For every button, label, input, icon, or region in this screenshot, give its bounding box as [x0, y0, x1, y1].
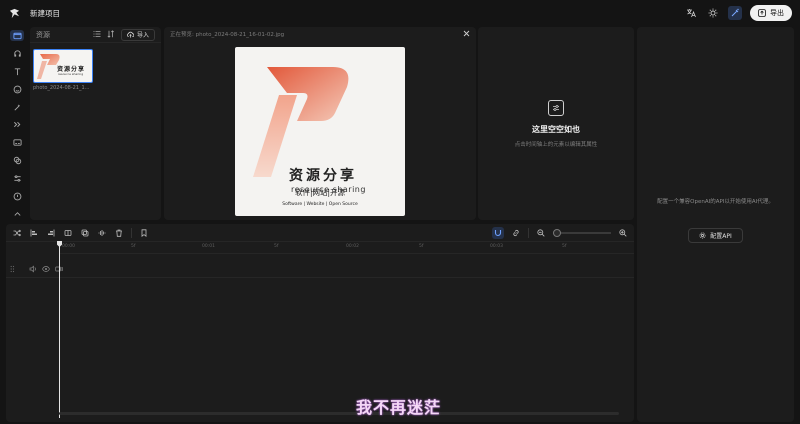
- properties-panel: 这里空空如也 点击时间轴上的元素以编辑其属性: [478, 27, 634, 220]
- app-logo-icon: [8, 7, 20, 19]
- transition-icon[interactable]: [10, 120, 24, 131]
- folder-icon[interactable]: [10, 30, 24, 41]
- effects-icon[interactable]: [10, 102, 24, 113]
- trash-icon[interactable]: [114, 228, 124, 238]
- ai-description: 配置一个兼容OpenAI的API以开始使用AI代理。: [657, 199, 774, 205]
- link-icon[interactable]: [511, 228, 521, 238]
- top-bar: 新建项目 导出: [0, 0, 800, 26]
- timeline-ruler[interactable]: 00:00 5f 00:01 5f 00:02 5f 00:03 5f: [59, 242, 634, 254]
- template-icon[interactable]: [10, 191, 24, 202]
- upload-cloud-icon: [127, 31, 134, 38]
- empty-desc: 点击时间轴上的元素以编辑其属性: [514, 141, 598, 148]
- close-icon[interactable]: [463, 30, 470, 39]
- bookmark-icon[interactable]: [139, 228, 149, 238]
- ruler-tick: 00:00: [62, 244, 75, 249]
- split-icon[interactable]: [63, 228, 73, 238]
- asset-item[interactable]: 资源分享 resource sharing photo_2024-08-21_1…: [33, 49, 93, 93]
- ruler-tick: 5f: [274, 244, 279, 249]
- preview-text-line2: Software | Website | Open Source: [282, 202, 358, 207]
- preview-panel: 正在预览: photo_2024-08-21_16-01-02.jpg 资源分享…: [164, 27, 476, 220]
- adjust-icon[interactable]: [10, 173, 24, 184]
- magnet-icon[interactable]: [492, 226, 504, 239]
- thumb-text-en: resource sharing: [58, 72, 84, 76]
- subtitle-icon[interactable]: [10, 137, 24, 148]
- copy-icon[interactable]: [80, 228, 90, 238]
- ruler-tick: 00:03: [490, 244, 503, 249]
- mute-icon[interactable]: [29, 265, 37, 275]
- preview-title: 正在预览: photo_2024-08-21_16-01-02.jpg: [170, 32, 285, 38]
- ruler-tick: 5f: [419, 244, 424, 249]
- configure-api-button[interactable]: 配置API: [688, 228, 743, 243]
- asset-name: photo_2024-08-21_1...: [33, 85, 90, 91]
- list-view-icon[interactable]: [93, 30, 101, 40]
- toolbar-divider: [528, 227, 529, 238]
- audio-icon[interactable]: [10, 48, 24, 59]
- visibility-icon[interactable]: [42, 265, 50, 275]
- import-button[interactable]: 导入: [120, 28, 155, 41]
- ai-icon[interactable]: [10, 209, 24, 220]
- gear-icon: [699, 232, 706, 239]
- export-icon: [758, 9, 766, 17]
- timeline-scrollbar[interactable]: [59, 412, 619, 415]
- project-title: 新建项目: [30, 8, 60, 18]
- ruler-tick: 00:01: [202, 244, 215, 249]
- tool-rail: [6, 28, 28, 220]
- assets-panel: 资源 导入 资源分享 resource sharing photo_2024-0: [30, 27, 161, 220]
- asset-thumbnail: 资源分享 resource sharing: [33, 49, 93, 83]
- preview-image: 资源分享 resource sharing 软件|网站|开源 Software …: [235, 47, 405, 216]
- ruler-tick: 00:02: [346, 244, 359, 249]
- shuffle-icon[interactable]: [12, 228, 22, 238]
- sticker-icon[interactable]: [10, 84, 24, 95]
- zoom-slider[interactable]: [553, 228, 611, 237]
- ruler-tick: 5f: [131, 244, 136, 249]
- zoom-slider-handle[interactable]: [553, 228, 561, 237]
- pointer-icon: [548, 99, 564, 116]
- filter-icon[interactable]: [10, 155, 24, 166]
- assets-title: 资源: [36, 30, 50, 39]
- sun-icon[interactable]: [706, 6, 720, 20]
- export-label: 导出: [770, 9, 784, 17]
- timeline-track[interactable]: [6, 262, 634, 278]
- translate-icon[interactable]: [684, 6, 698, 20]
- configure-api-label: 配置API: [710, 233, 732, 240]
- audio-wave-icon[interactable]: [97, 228, 107, 238]
- empty-title: 这里空空如也: [532, 124, 580, 134]
- ai-panel: 配置一个兼容OpenAI的API以开始使用AI代理。 配置API: [637, 27, 794, 422]
- preview-text-zh: 资源分享: [289, 168, 357, 184]
- playhead[interactable]: [59, 243, 60, 418]
- preview-text-line1: 软件|网站|开源: [294, 188, 346, 197]
- timeline-panel: 00:00 5f 00:01 5f 00:02 5f 00:03 5f: [6, 224, 634, 422]
- zoom-in-icon[interactable]: [618, 228, 628, 238]
- sort-icon[interactable]: [107, 29, 115, 40]
- magic-wand-icon[interactable]: [728, 6, 742, 20]
- subtitle-overlay: 我不再迷茫: [356, 398, 442, 417]
- export-button[interactable]: 导出: [750, 5, 792, 21]
- ruler-tick: 5f: [562, 244, 567, 249]
- import-label: 导入: [136, 32, 149, 39]
- align-left-icon[interactable]: [29, 228, 39, 238]
- zoom-out-icon[interactable]: [536, 228, 546, 238]
- drag-handle-icon[interactable]: [10, 265, 15, 275]
- text-icon[interactable]: [10, 66, 24, 77]
- toolbar-divider: [131, 227, 132, 238]
- align-right-icon[interactable]: [46, 228, 56, 238]
